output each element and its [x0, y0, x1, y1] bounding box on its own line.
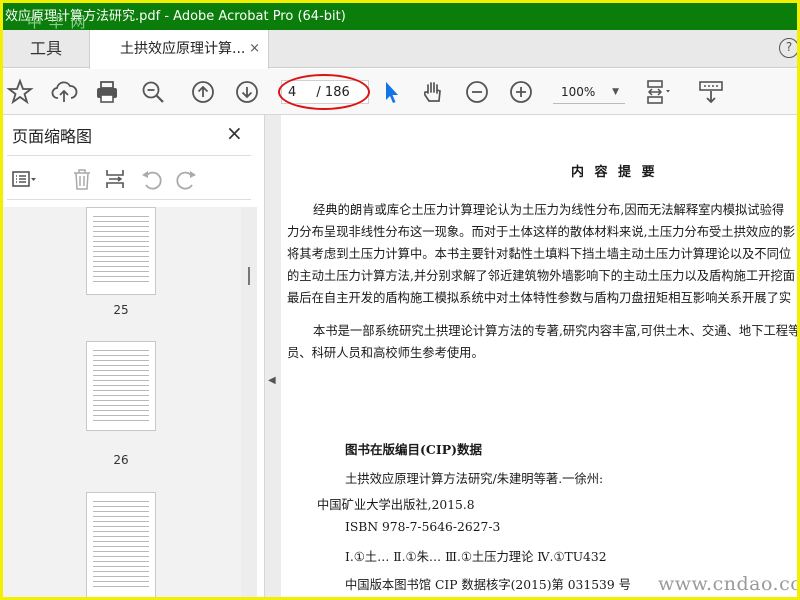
text-line: 将其考虑到土压力计算中。本书主要针对黏性土填料下挡土墙主动土压力计算理论以及不同… — [287, 247, 792, 261]
collapse-panel-icon[interactable]: ◀ — [268, 375, 276, 386]
text-line: 本书是一部系统研究土拱理论计算方法的专著,研究内容丰富,可供土木、交通、地下工程… — [313, 324, 800, 338]
cip-line: 土拱效应原理计算方法研究/朱建明等著.一徐州: — [345, 472, 604, 486]
cip-line: 中国版本图书馆 CIP 数据核字(2015)第 031539 号 — [345, 578, 631, 592]
chevron-down-icon: ▼ — [612, 87, 619, 97]
undo-icon[interactable] — [139, 166, 165, 192]
tab-tools[interactable]: 工具 — [3, 30, 89, 68]
delete-page-icon[interactable] — [69, 166, 95, 192]
text-line: 力分布呈现非线性分布这一现象。而对于土体这样的散体材料来说,土压力分布受土拱效应… — [287, 225, 796, 239]
panel-toolbar — [7, 155, 251, 200]
section-heading: 内 容 提 要 — [571, 165, 658, 180]
print-icon[interactable] — [93, 78, 121, 106]
text-line: 经典的朗肯或库仑土压力计算理论认为土压力为线性分布,因而无法解释室内模拟试验得 — [313, 203, 785, 217]
cloud-upload-icon[interactable] — [50, 78, 78, 106]
fit-page-icon[interactable] — [643, 78, 671, 106]
page-current: 4 — [288, 85, 297, 100]
page-number-input[interactable]: 4 / 186 — [281, 80, 369, 104]
next-page-icon[interactable] — [233, 78, 261, 106]
thumbnail-label: 25 — [113, 303, 129, 317]
redo-icon[interactable] — [173, 166, 199, 192]
scrollbar-knob[interactable] — [248, 267, 250, 285]
help-icon[interactable]: ? — [779, 38, 797, 58]
toolbar: 4 / 186 100% ▼ — [3, 69, 797, 115]
text-line: 员、科研人员和高校师生参考使用。 — [287, 346, 484, 360]
zoom-select[interactable]: 100% ▼ — [553, 80, 625, 104]
thumbnail-page-25[interactable] — [86, 207, 156, 295]
page-total: / 186 — [316, 85, 350, 100]
text-line: 最后在自主开发的盾构施工模拟系统中对土体特性参数与盾构刀盘扭矩相互影响关系开展了… — [287, 291, 792, 305]
thumbnail-page-27[interactable] — [86, 492, 156, 597]
tab-bar: 工具 土拱效应原理计算... × ? — [3, 30, 797, 69]
watermark-top: 中 华 网 — [27, 13, 87, 30]
close-tab-icon[interactable]: × — [249, 30, 260, 68]
cip-title: 图书在版编目(CIP)数据 — [345, 442, 483, 457]
close-panel-icon[interactable]: × — [226, 121, 243, 145]
zoom-minus-icon[interactable] — [463, 78, 491, 106]
select-arrow-icon[interactable] — [377, 78, 405, 106]
cip-line: 中国矿业大学出版社,2015.8 — [317, 498, 475, 512]
title-bar: 效应原理计算方法研究.pdf - Adobe Acrobat Pro (64-b… — [3, 3, 797, 30]
insert-page-icon[interactable] — [103, 166, 129, 192]
star-icon[interactable] — [6, 78, 34, 106]
thumbnail-page-26[interactable] — [86, 341, 156, 431]
tab-document[interactable]: 土拱效应原理计算... × — [89, 30, 269, 69]
cip-line: ISBN 978-7-5646-2627-3 — [345, 520, 501, 534]
watermark-bottom: www.cndao.com — [658, 573, 797, 595]
thumbnail-list: 25 26 — [3, 207, 241, 597]
cip-line: Ⅰ.①土… Ⅱ.①朱… Ⅲ.①土压力理论 Ⅳ.①TU432 — [345, 550, 607, 564]
document-view: 内 容 提 要 经典的朗肯或库仑土压力计算理论认为土压力为线性分布,因而无法解释… — [281, 115, 800, 597]
prev-page-icon[interactable] — [189, 78, 217, 106]
panel-title: 页面缩略图 — [12, 127, 93, 146]
thumbnail-label: 26 — [113, 453, 129, 467]
text-line: 的主动土压力计算方法,并分别求解了邻近建筑物外墙影响下的主动土压力以及盾构施工开… — [287, 269, 796, 283]
zoom-plus-icon[interactable] — [507, 78, 535, 106]
zoom-value: 100% — [561, 85, 596, 99]
thumbnail-panel: 页面缩略图 × 25 26 — [3, 115, 265, 597]
scroll-mode-icon[interactable] — [697, 78, 725, 106]
zoom-out-magnifier-icon[interactable] — [139, 78, 167, 106]
thumbnail-scrollbar[interactable] — [241, 207, 257, 597]
app-window: 效应原理计算方法研究.pdf - Adobe Acrobat Pro (64-b… — [0, 0, 800, 600]
panel-splitter[interactable] — [265, 115, 281, 597]
hand-icon[interactable] — [419, 78, 447, 106]
options-menu-icon[interactable] — [11, 166, 37, 192]
tab-document-label: 土拱效应原理计算... — [120, 41, 246, 57]
